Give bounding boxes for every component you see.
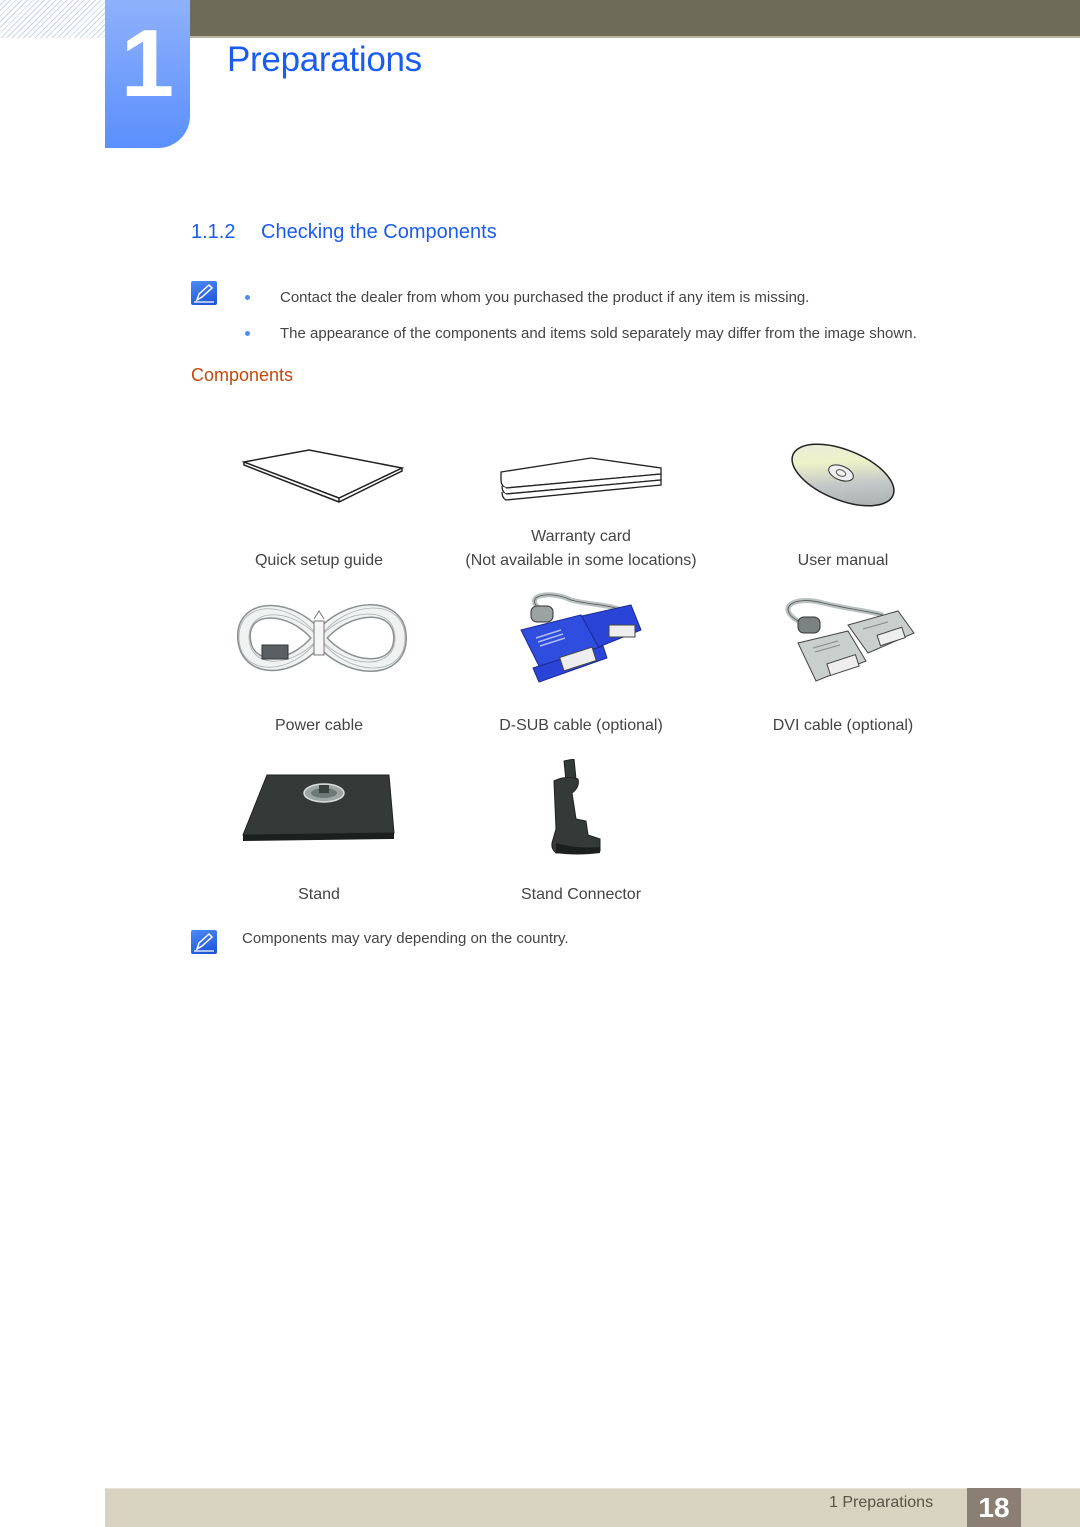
component-label: Stand [298,886,340,903]
chapter-number: 1 [120,10,175,117]
header-bar [190,0,1080,38]
component-label: Power cable [274,717,364,734]
component-label: User manual [797,552,889,569]
section-title: Checking the Components [261,221,497,243]
section-number: 1.1.2 [191,221,236,243]
footer-chapter-label: 1 Preparations [829,1494,934,1511]
components-heading: Components [191,365,294,385]
note-item: The appearance of the components and ite… [242,315,917,351]
component-item: Power cable [188,590,450,738]
component-item: User manual [712,425,974,573]
dsub-cable-icon [450,590,712,690]
note-text: The appearance of the components and ite… [280,324,917,342]
component-label: Quick setup guide [254,552,384,569]
component-item: D-SUB cable (optional) [450,590,712,738]
component-label: Warranty card [531,528,631,545]
chapter-title: Preparations [227,40,422,79]
power-cable-icon [188,590,450,690]
stand-connector-icon [450,759,712,859]
note-icon [191,281,217,305]
component-label: DVI cable (optional) [772,717,914,734]
component-item: Quick setup guide [188,425,450,573]
section-heading: 1.1.2 Checking the Components [191,221,497,244]
footer-bar [105,1488,1080,1527]
stand-icon [188,759,450,859]
note-text: Contact the dealer from whom you purchas… [280,288,810,306]
header-hatch-decoration [0,0,105,38]
component-item: Warranty card (Not available in some loc… [450,425,712,573]
bullet-icon [245,330,250,336]
component-label: D-SUB cable (optional) [499,717,663,734]
component-item: Stand [188,759,450,907]
note-item: Contact the dealer from whom you purchas… [242,279,917,315]
component-item: DVI cable (optional) [712,590,974,738]
component-item: Stand Connector [450,759,712,907]
card-icon [450,425,712,525]
booklet-icon [188,425,450,525]
note-icon [191,930,217,954]
component-sublabel: (Not available in some locations) [465,552,697,569]
cd-icon [712,425,974,525]
components-footnote: Components may vary depending on the cou… [242,930,569,947]
component-label: Stand Connector [520,886,642,903]
page-number: 18 [967,1488,1021,1527]
bullet-icon [245,294,250,300]
dvi-cable-icon [712,590,974,690]
chapter-tab: 1 [105,0,190,148]
note-list: Contact the dealer from whom you purchas… [242,279,917,351]
